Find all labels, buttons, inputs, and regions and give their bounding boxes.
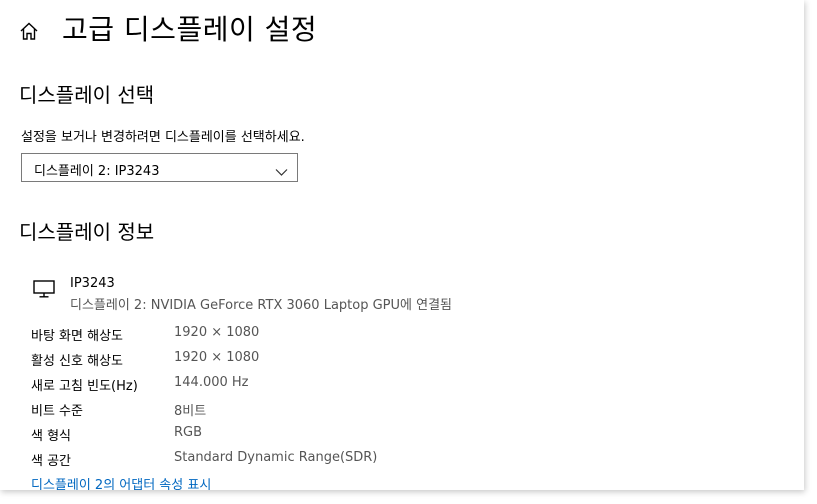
info-value: Standard Dynamic Range(SDR)	[174, 450, 378, 465]
select-display-instruction: 설정을 보거나 변경하려면 디스플레이를 선택하세요.	[21, 130, 305, 145]
monitor-icon	[33, 280, 55, 298]
info-label: 활성 신호 해상도	[31, 354, 123, 369]
info-row-refresh-rate: 새로 고침 빈도(Hz) 144.000 Hz	[31, 375, 591, 395]
info-value: 1920 × 1080	[174, 325, 260, 340]
info-value: 1920 × 1080	[174, 350, 260, 365]
info-label: 비트 수준	[31, 404, 83, 419]
display-connection: 디스플레이 2: NVIDIA GeForce RTX 3060 Laptop …	[70, 298, 452, 313]
info-row-desktop-resolution: 바탕 화면 해상도 1920 × 1080	[31, 325, 591, 345]
page-header: 고급 디스플레이 설정	[18, 8, 317, 48]
info-label: 새로 고침 빈도(Hz)	[31, 379, 138, 394]
adapter-properties-link[interactable]: 디스플레이 2의 어댑터 속성 표시	[31, 474, 211, 490]
home-icon[interactable]	[18, 20, 40, 42]
info-value: 144.000 Hz	[174, 375, 249, 390]
info-label: 색 공간	[31, 454, 72, 469]
display-name: IP3243	[70, 276, 115, 291]
info-row-color-format: 색 형식 RGB	[31, 425, 591, 445]
info-value: RGB	[174, 425, 203, 440]
info-label: 바탕 화면 해상도	[31, 329, 123, 344]
display-select-dropdown[interactable]: 디스플레이 2: IP3243	[21, 153, 298, 182]
info-row-bit-depth: 비트 수준 8비트	[31, 400, 591, 420]
chevron-down-icon	[275, 162, 288, 176]
info-value: 8비트	[174, 404, 207, 419]
info-row-active-signal-resolution: 활성 신호 해상도 1920 × 1080	[31, 350, 591, 370]
display-select-value: 디스플레이 2: IP3243	[34, 164, 160, 179]
select-display-heading: 디스플레이 선택	[19, 83, 155, 107]
display-info-heading: 디스플레이 정보	[19, 220, 155, 244]
info-row-color-space: 색 공간 Standard Dynamic Range(SDR)	[31, 450, 591, 470]
settings-window: 고급 디스플레이 설정 디스플레이 선택 설정을 보거나 변경하려면 디스플레이…	[0, 0, 804, 490]
info-label: 색 형식	[31, 429, 72, 444]
page-title: 고급 디스플레이 설정	[62, 13, 318, 46]
